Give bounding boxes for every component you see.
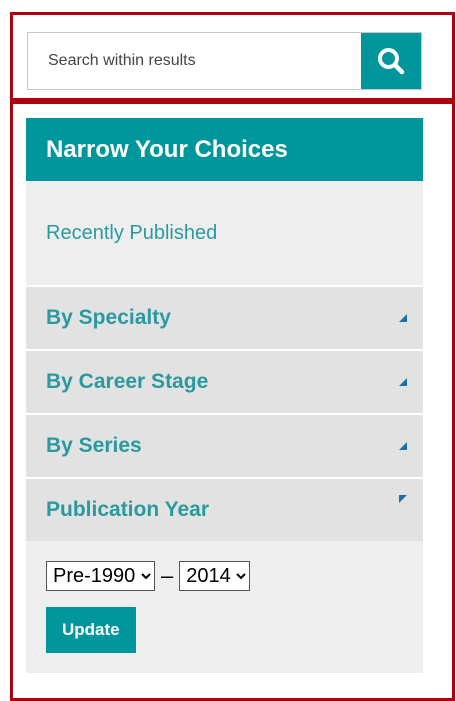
facet-label: By Series (46, 434, 142, 457)
facet-by-series[interactable]: By Series (26, 415, 423, 479)
triangle-down-icon (399, 495, 407, 503)
narrow-choices-panel: Narrow Your Choices Recently Published B… (26, 118, 423, 673)
facet-by-specialty[interactable]: By Specialty (26, 287, 423, 351)
search-input[interactable] (28, 33, 361, 89)
panel-title: Narrow Your Choices (26, 118, 423, 181)
year-from-select[interactable]: Pre-1990 (46, 561, 155, 591)
facet-label: Publication Year (46, 498, 210, 521)
facet-label: By Specialty (46, 306, 171, 329)
update-button[interactable]: Update (46, 607, 136, 653)
recently-published-link[interactable]: Recently Published (26, 181, 423, 287)
facet-label: By Career Stage (46, 370, 209, 393)
triangle-up-icon (399, 378, 407, 386)
search-icon (378, 48, 405, 75)
triangle-up-icon (399, 442, 407, 450)
search-button[interactable] (361, 33, 421, 89)
search-box (27, 32, 422, 90)
year-to-select[interactable]: 2014 (179, 561, 251, 591)
triangle-up-icon (399, 314, 407, 322)
publication-year-controls: Pre-1990 – 2014 Update (26, 541, 423, 673)
facet-by-career-stage[interactable]: By Career Stage (26, 351, 423, 415)
year-range-separator: – (161, 563, 174, 588)
facet-publication-year[interactable]: Publication Year (26, 479, 423, 541)
